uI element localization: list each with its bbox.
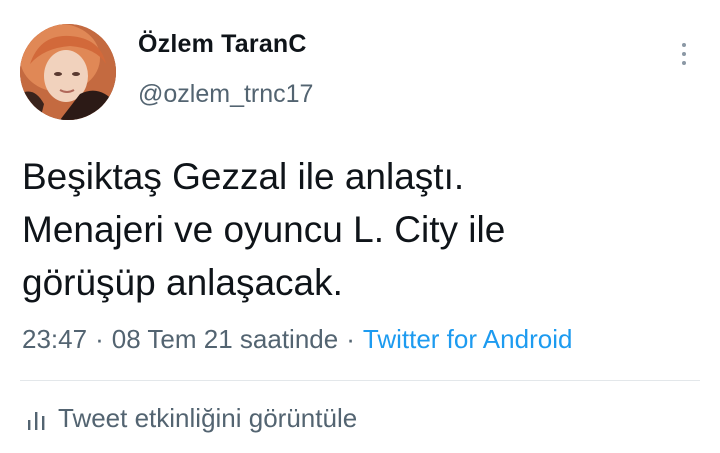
avatar[interactable] — [20, 24, 116, 120]
tweet-text-line: Beşiktaş Gezzal ile anlaştı. — [22, 156, 465, 197]
vertical-ellipsis-icon — [682, 43, 686, 47]
tweet-meta: 23:47 · 08 Tem 21 saatinde · Twitter for And… — [22, 324, 572, 355]
meta-separator: · — [346, 324, 355, 354]
vertical-ellipsis-icon — [682, 52, 686, 56]
meta-separator: · — [95, 324, 104, 354]
tweet-time[interactable]: 23:47 — [22, 324, 87, 354]
profile-photo-icon — [20, 24, 116, 120]
tweet-date[interactable]: 08 Tem 21 saatinde — [112, 324, 338, 354]
tweet-card: Özlem TaranC @ozlem_trnc17 Beşiktaş Gezz… — [0, 0, 720, 453]
analytics-label: Tweet etkinliğini görüntüle — [58, 403, 358, 433]
client-link[interactable]: Twitter for Android — [363, 324, 573, 354]
display-name[interactable]: Özlem TaranC — [138, 30, 307, 59]
divider — [20, 380, 700, 381]
vertical-ellipsis-icon — [682, 61, 686, 65]
tweet-text-line: Menajeri ve oyuncu L. City ile — [22, 209, 506, 250]
bar-chart-icon — [28, 411, 45, 430]
tweet-text: Beşiktaş Gezzal ile anlaştı. Menajeri ve… — [22, 150, 702, 309]
more-options-button[interactable] — [672, 36, 696, 72]
user-handle[interactable]: @ozlem_trnc17 — [138, 80, 313, 109]
view-analytics-button[interactable]: Tweet etkinliğini görüntüle — [26, 403, 357, 434]
tweet-text-line: görüşüp anlaşacak. — [22, 262, 343, 303]
